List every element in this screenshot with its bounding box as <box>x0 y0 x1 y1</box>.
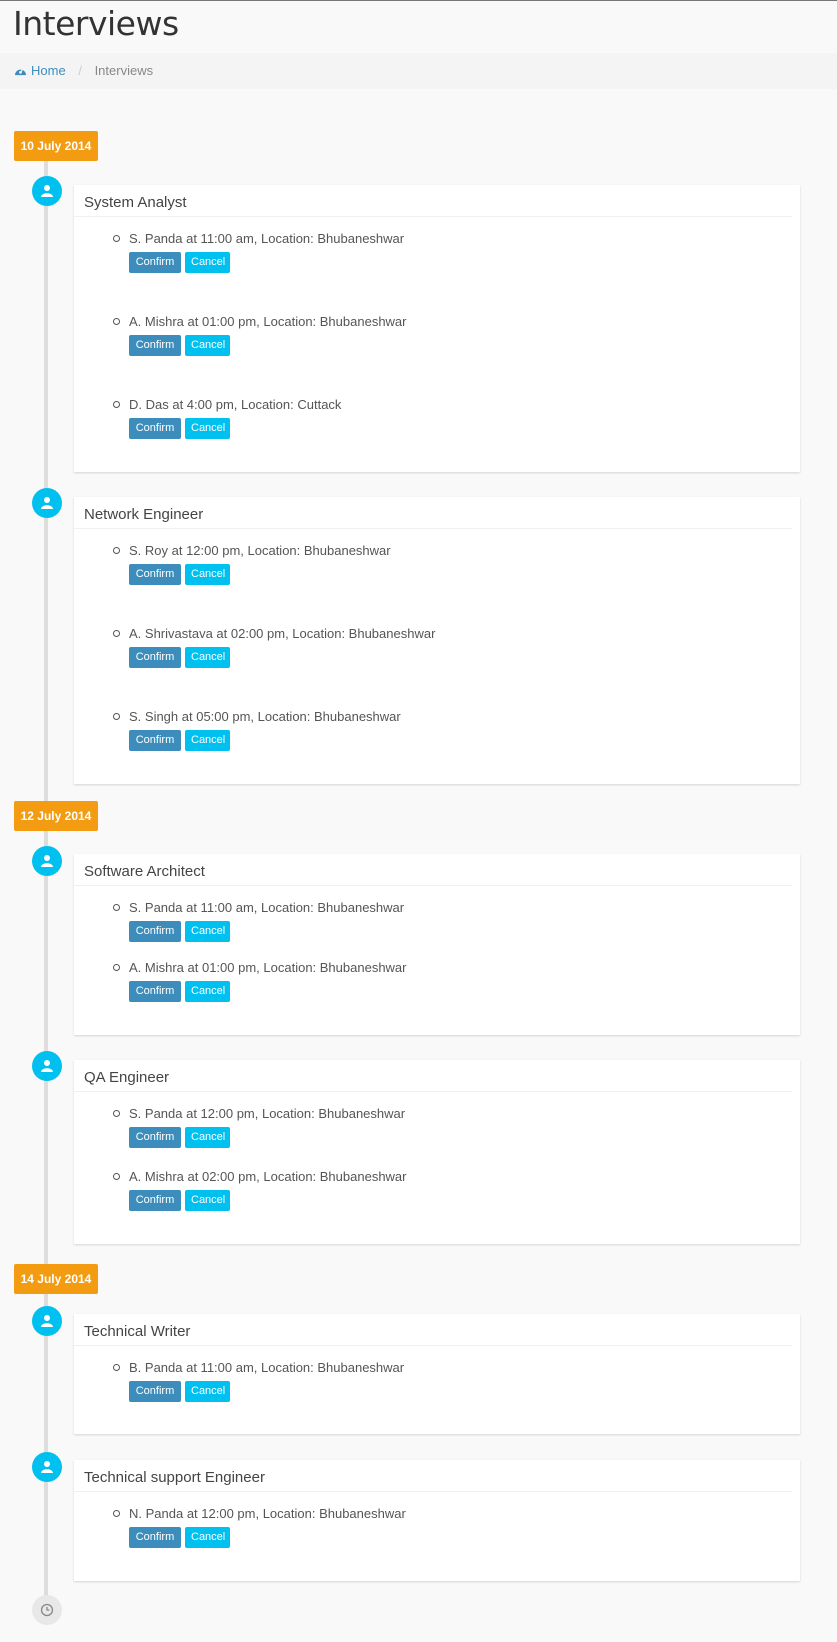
job-title: System Analyst <box>74 185 792 217</box>
bullet <box>113 713 120 720</box>
clock-icon <box>32 1595 62 1625</box>
interview-text: D. Das at 4:00 pm, Location: Cuttack <box>129 397 342 412</box>
confirm-button[interactable]: Confirm <box>129 981 181 1002</box>
cancel-button[interactable]: Cancel <box>185 418 230 439</box>
bullet <box>113 401 120 408</box>
job-title: Technical Writer <box>74 1314 792 1346</box>
cancel-button[interactable]: Cancel <box>185 564 230 585</box>
bullet <box>113 318 120 325</box>
user-icon <box>32 176 62 206</box>
list-item: A. Mishra at 01:00 pm, Location: Bhubane… <box>113 959 407 1002</box>
interview-text: B. Panda at 11:00 am, Location: Bhubanes… <box>129 1360 405 1375</box>
confirm-button[interactable]: Confirm <box>129 418 181 439</box>
timeline-item: Network Engineer S. Roy at 12:00 pm, Loc… <box>74 497 800 784</box>
list-item: S. Roy at 12:00 pm, Location: Bhubaneshw… <box>113 542 391 585</box>
cancel-button[interactable]: Cancel <box>185 647 230 668</box>
confirm-button[interactable]: Confirm <box>129 1381 181 1402</box>
confirm-button[interactable]: Confirm <box>129 730 181 751</box>
job-title: Technical support Engineer <box>74 1460 792 1492</box>
cancel-button[interactable]: Cancel <box>185 1127 230 1148</box>
bullet <box>113 1110 120 1117</box>
date-label: 12 July 2014 <box>14 801 98 831</box>
list-item: S. Panda at 12:00 pm, Location: Bhubanes… <box>113 1105 406 1148</box>
list-item: D. Das at 4:00 pm, Location: Cuttack Con… <box>113 396 342 439</box>
cancel-button[interactable]: Cancel <box>185 1381 230 1402</box>
user-icon <box>32 1452 62 1482</box>
list-item: N. Panda at 12:00 pm, Location: Bhubanes… <box>113 1505 406 1548</box>
interview-text: S. Panda at 11:00 am, Location: Bhubanes… <box>129 900 405 915</box>
bullet <box>113 964 120 971</box>
confirm-button[interactable]: Confirm <box>129 1127 181 1148</box>
user-icon <box>32 1306 62 1336</box>
confirm-button[interactable]: Confirm <box>129 921 181 942</box>
confirm-button[interactable]: Confirm <box>129 335 181 356</box>
list-item: S. Panda at 11:00 am, Location: Bhubanes… <box>113 230 405 273</box>
timeline-item: QA Engineer S. Panda at 12:00 pm, Locati… <box>74 1060 800 1244</box>
list-item: A. Mishra at 02:00 pm, Location: Bhubane… <box>113 1168 407 1211</box>
confirm-button[interactable]: Confirm <box>129 564 181 585</box>
interview-text: S. Singh at 05:00 pm, Location: Bhubanes… <box>129 709 401 724</box>
bullet <box>113 1510 120 1517</box>
date-label: 14 July 2014 <box>14 1264 98 1294</box>
confirm-button[interactable]: Confirm <box>129 1527 181 1548</box>
list-item: A. Shrivastava at 02:00 pm, Location: Bh… <box>113 625 436 668</box>
timeline-item: System Analyst S. Panda at 11:00 am, Loc… <box>74 185 800 472</box>
breadcrumb-separator: / <box>78 63 82 78</box>
breadcrumb-home-link[interactable]: Home <box>14 63 69 78</box>
bullet <box>113 1173 120 1180</box>
interview-text: S. Panda at 12:00 pm, Location: Bhubanes… <box>129 1106 406 1121</box>
list-item: B. Panda at 11:00 am, Location: Bhubanes… <box>113 1359 405 1402</box>
interview-text: S. Roy at 12:00 pm, Location: Bhubaneshw… <box>129 543 391 558</box>
cancel-button[interactable]: Cancel <box>185 1527 230 1548</box>
job-title: QA Engineer <box>74 1060 792 1092</box>
timeline-line <box>44 150 48 1610</box>
bullet <box>113 547 120 554</box>
bullet <box>113 904 120 911</box>
page-title: Interviews <box>13 4 179 43</box>
bullet <box>113 235 120 242</box>
interview-text: N. Panda at 12:00 pm, Location: Bhubanes… <box>129 1506 406 1521</box>
top-border <box>0 0 837 1</box>
bullet <box>113 630 120 637</box>
confirm-button[interactable]: Confirm <box>129 647 181 668</box>
cancel-button[interactable]: Cancel <box>185 730 230 751</box>
breadcrumb-home-label: Home <box>31 63 66 78</box>
user-icon <box>32 1051 62 1081</box>
job-title: Network Engineer <box>74 497 792 529</box>
breadcrumb-current: Interviews <box>94 63 154 78</box>
breadcrumb: Home / Interviews <box>0 53 837 89</box>
timeline-item: Software Architect S. Panda at 11:00 am,… <box>74 854 800 1035</box>
timeline-item: Technical Writer B. Panda at 11:00 am, L… <box>74 1314 800 1434</box>
list-item: S. Singh at 05:00 pm, Location: Bhubanes… <box>113 708 401 751</box>
confirm-button[interactable]: Confirm <box>129 252 181 273</box>
interview-text: A. Mishra at 01:00 pm, Location: Bhubane… <box>129 960 407 975</box>
dashboard-icon <box>15 68 26 76</box>
user-icon <box>32 488 62 518</box>
interview-text: A. Shrivastava at 02:00 pm, Location: Bh… <box>129 626 436 641</box>
interview-text: S. Panda at 11:00 am, Location: Bhubanes… <box>129 231 405 246</box>
interview-text: A. Mishra at 01:00 pm, Location: Bhubane… <box>129 314 407 329</box>
date-label: 10 July 2014 <box>14 131 98 161</box>
interview-text: A. Mishra at 02:00 pm, Location: Bhubane… <box>129 1169 407 1184</box>
bullet <box>113 1364 120 1371</box>
timeline-item: Technical support Engineer N. Panda at 1… <box>74 1460 800 1581</box>
cancel-button[interactable]: Cancel <box>185 981 230 1002</box>
cancel-button[interactable]: Cancel <box>185 1190 230 1211</box>
confirm-button[interactable]: Confirm <box>129 1190 181 1211</box>
cancel-button[interactable]: Cancel <box>185 252 230 273</box>
cancel-button[interactable]: Cancel <box>185 921 230 942</box>
list-item: A. Mishra at 01:00 pm, Location: Bhubane… <box>113 313 407 356</box>
cancel-button[interactable]: Cancel <box>185 335 230 356</box>
list-item: S. Panda at 11:00 am, Location: Bhubanes… <box>113 899 405 942</box>
user-icon <box>32 846 62 876</box>
job-title: Software Architect <box>74 854 792 886</box>
